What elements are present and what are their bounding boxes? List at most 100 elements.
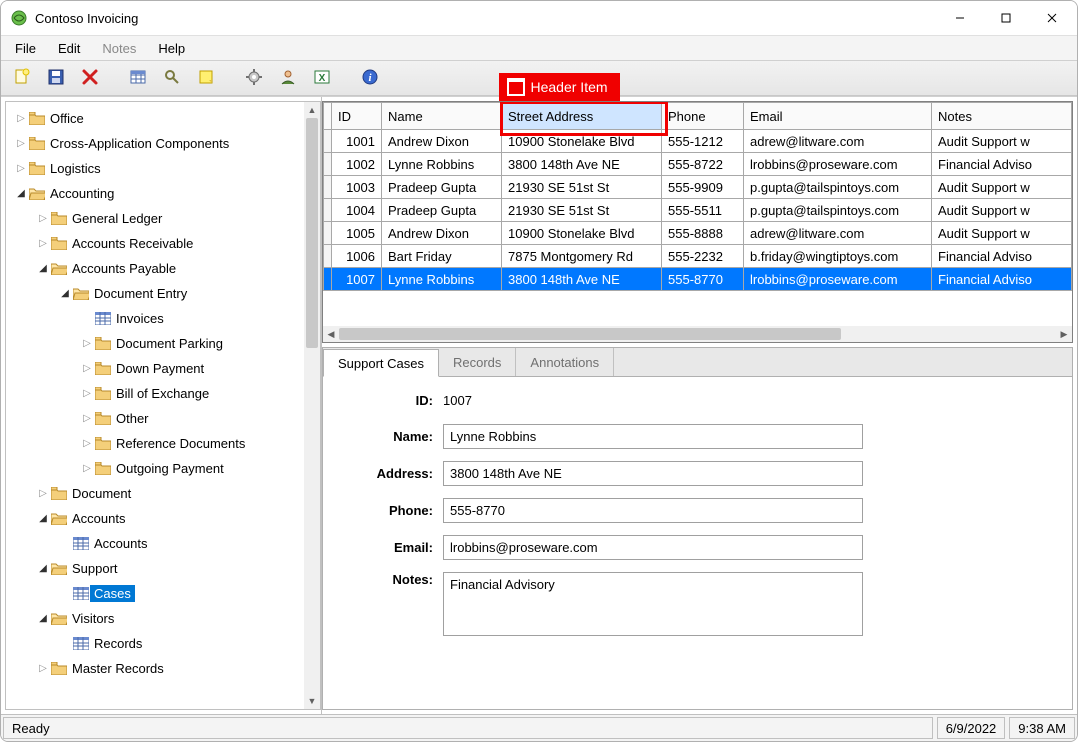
nav-tree[interactable]: ▷Office▷Cross-Application Components▷Log… <box>6 102 304 709</box>
column-header[interactable]: Email <box>744 103 932 130</box>
cell[interactable]: adrew@litware.com <box>744 130 932 153</box>
expand-icon[interactable]: ▷ <box>36 238 50 249</box>
cell[interactable]: Audit Support w <box>932 222 1072 245</box>
cell[interactable]: Audit Support w <box>932 199 1072 222</box>
tree-node[interactable]: ▷Outgoing Payment <box>6 456 304 481</box>
row-header[interactable] <box>324 245 332 268</box>
hscroll-thumb[interactable] <box>339 328 841 340</box>
tree-node[interactable]: ◢Accounts Payable <box>6 256 304 281</box>
grid-hscrollbar[interactable]: ◀ ▶ <box>323 326 1072 342</box>
tree-node[interactable]: Records <box>6 631 304 656</box>
cell[interactable]: 1007 <box>332 268 382 291</box>
tree-node[interactable]: ▷Reference Documents <box>6 431 304 456</box>
data-grid[interactable]: IDNameStreet AddressPhoneEmailNotes 1001… <box>322 101 1073 343</box>
column-header[interactable]: Phone <box>662 103 744 130</box>
cell[interactable]: Lynne Robbins <box>382 153 502 176</box>
cell[interactable]: Pradeep Gupta <box>382 176 502 199</box>
cell[interactable]: 555-1212 <box>662 130 744 153</box>
scroll-thumb[interactable] <box>306 118 318 348</box>
minimize-button[interactable] <box>937 3 983 33</box>
tree-node[interactable]: ◢Support <box>6 556 304 581</box>
cell[interactable]: b.friday@wingtiptoys.com <box>744 245 932 268</box>
email-field[interactable] <box>443 535 863 560</box>
cell[interactable]: 1003 <box>332 176 382 199</box>
row-header[interactable] <box>324 176 332 199</box>
expand-icon[interactable]: ▷ <box>36 488 50 499</box>
cell[interactable]: Lynne Robbins <box>382 268 502 291</box>
cell[interactable]: 555-5511 <box>662 199 744 222</box>
expand-icon[interactable]: ▷ <box>14 163 28 174</box>
column-header[interactable]: Name <box>382 103 502 130</box>
delete-button[interactable] <box>75 63 105 93</box>
table-row[interactable]: 1004Pradeep Gupta21930 SE 51st St555-551… <box>324 199 1072 222</box>
tree-node[interactable]: ◢Document Entry <box>6 281 304 306</box>
cell[interactable]: Pradeep Gupta <box>382 199 502 222</box>
tree-node[interactable]: ◢Accounting <box>6 181 304 206</box>
phone-field[interactable] <box>443 498 863 523</box>
cell[interactable]: 21930 SE 51st St <box>502 199 662 222</box>
search-button[interactable] <box>157 63 187 93</box>
cell[interactable]: Andrew Dixon <box>382 130 502 153</box>
tree-node[interactable]: ▷Other <box>6 406 304 431</box>
note-button[interactable] <box>191 63 221 93</box>
expand-icon[interactable]: ▷ <box>80 463 94 474</box>
cell[interactable]: Bart Friday <box>382 245 502 268</box>
tree-node[interactable]: ▷Bill of Exchange <box>6 381 304 406</box>
scroll-up-icon[interactable]: ▲ <box>304 102 320 118</box>
expand-icon[interactable]: ▷ <box>80 413 94 424</box>
cell[interactable]: lrobbins@proseware.com <box>744 268 932 291</box>
expand-icon[interactable]: ▷ <box>36 663 50 674</box>
expand-icon[interactable]: ▷ <box>14 113 28 124</box>
menu-file[interactable]: File <box>5 39 46 58</box>
column-header[interactable]: Street Address <box>502 103 662 130</box>
tree-node[interactable]: ▷Logistics <box>6 156 304 181</box>
tab-annotations[interactable]: Annotations <box>516 348 614 376</box>
cell[interactable]: 1005 <box>332 222 382 245</box>
tree-node[interactable]: ▷Document Parking <box>6 331 304 356</box>
address-field[interactable] <box>443 461 863 486</box>
scroll-left-icon[interactable]: ◀ <box>323 329 339 340</box>
tree-node[interactable]: ▷Cross-Application Components <box>6 131 304 156</box>
table-row[interactable]: 1006Bart Friday7875 Montgomery Rd555-223… <box>324 245 1072 268</box>
tab-records[interactable]: Records <box>439 348 516 376</box>
row-header[interactable] <box>324 268 332 291</box>
expand-icon[interactable]: ◢ <box>36 613 50 624</box>
cell[interactable]: Andrew Dixon <box>382 222 502 245</box>
tree-node[interactable]: Invoices <box>6 306 304 331</box>
row-header[interactable] <box>324 199 332 222</box>
scroll-down-icon[interactable]: ▼ <box>304 693 320 709</box>
column-header[interactable]: ID <box>332 103 382 130</box>
notes-field[interactable] <box>443 572 863 636</box>
cell[interactable]: lrobbins@proseware.com <box>744 153 932 176</box>
cell[interactable]: Financial Adviso <box>932 268 1072 291</box>
cell[interactable]: Audit Support w <box>932 176 1072 199</box>
expand-icon[interactable]: ◢ <box>36 563 50 574</box>
table-row[interactable]: 1005Andrew Dixon10900 Stonelake Blvd555-… <box>324 222 1072 245</box>
cell[interactable]: 3800 148th Ave NE <box>502 268 662 291</box>
tree-scrollbar[interactable]: ▲ ▼ <box>304 102 320 709</box>
expand-icon[interactable]: ▷ <box>36 213 50 224</box>
table-row[interactable]: 1002Lynne Robbins3800 148th Ave NE555-87… <box>324 153 1072 176</box>
tree-node[interactable]: ▷Document <box>6 481 304 506</box>
tree-node[interactable]: ◢Visitors <box>6 606 304 631</box>
save-button[interactable] <box>41 63 71 93</box>
cell[interactable]: 1001 <box>332 130 382 153</box>
new-button[interactable] <box>7 63 37 93</box>
expand-icon[interactable]: ◢ <box>36 263 50 274</box>
menu-help[interactable]: Help <box>148 39 195 58</box>
cell[interactable]: 3800 148th Ave NE <box>502 153 662 176</box>
cell[interactable]: 555-2232 <box>662 245 744 268</box>
cell[interactable]: 21930 SE 51st St <box>502 176 662 199</box>
expand-icon[interactable]: ▷ <box>80 338 94 349</box>
excel-button[interactable]: X <box>307 63 337 93</box>
expand-icon[interactable]: ▷ <box>80 438 94 449</box>
maximize-button[interactable] <box>983 3 1029 33</box>
name-field[interactable] <box>443 424 863 449</box>
cell[interactable]: Financial Adviso <box>932 245 1072 268</box>
cell[interactable]: p.gupta@tailspintoys.com <box>744 199 932 222</box>
cell[interactable]: 1006 <box>332 245 382 268</box>
tree-node[interactable]: Accounts <box>6 531 304 556</box>
expand-icon[interactable]: ◢ <box>58 288 72 299</box>
cell[interactable]: 555-8722 <box>662 153 744 176</box>
menu-edit[interactable]: Edit <box>48 39 90 58</box>
